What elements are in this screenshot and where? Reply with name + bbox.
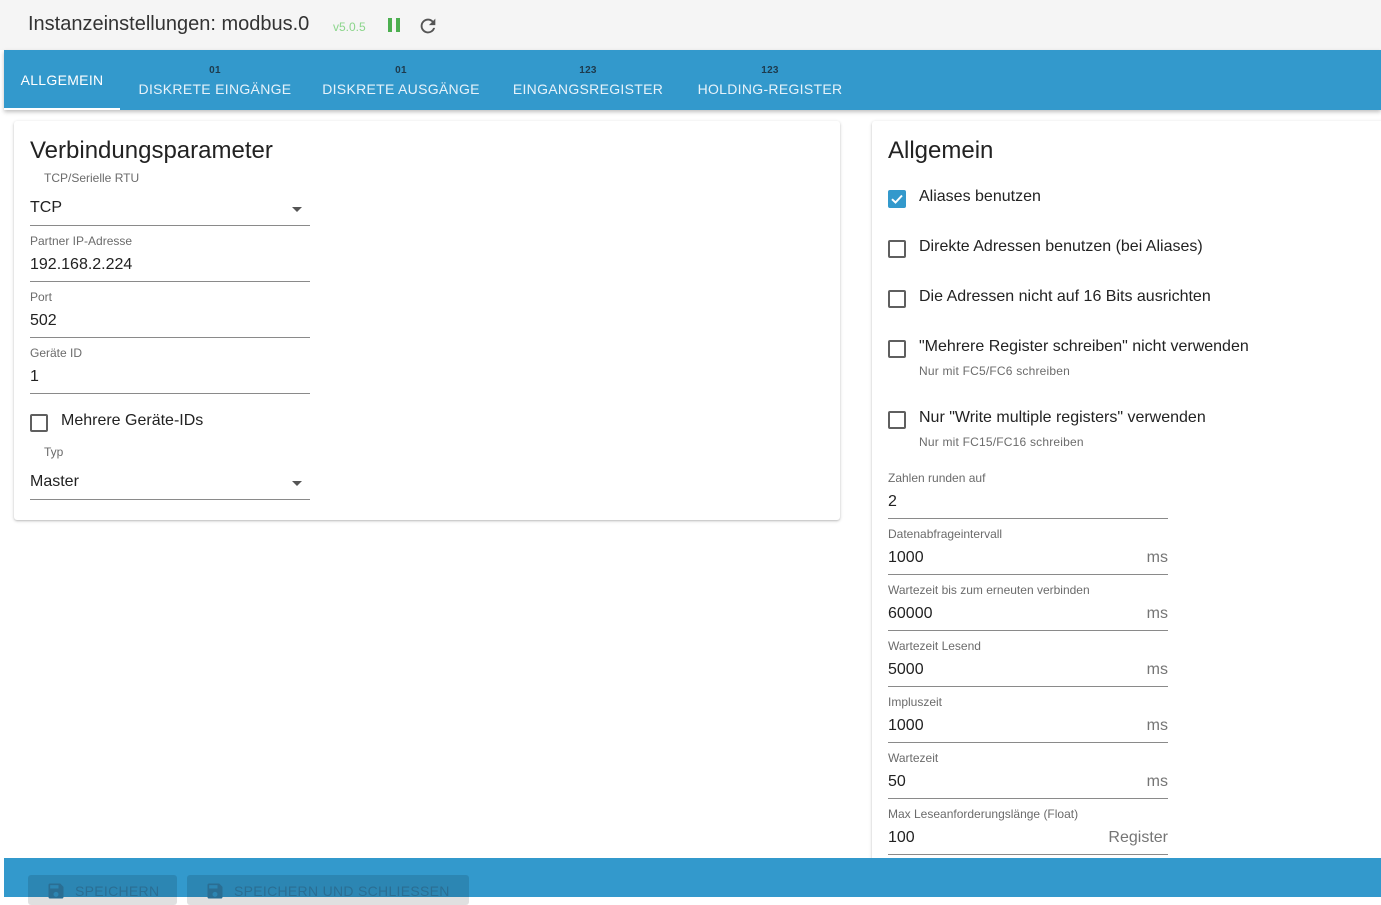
field-label: Typ xyxy=(44,445,64,459)
tab-holding-register[interactable]: 123 HOLDING-REGISTER xyxy=(690,50,850,110)
footer-bar: SPEICHERN SPEICHERN UND SCHLIESSEN xyxy=(4,858,1381,905)
connection-card: Verbindungsparameter TCP/Serielle RTU TC… xyxy=(14,121,840,520)
field-unit: ms xyxy=(1146,773,1168,790)
wait-time-field[interactable]: Wartezeit 50 ms xyxy=(888,751,1168,799)
checkbox-box[interactable] xyxy=(888,411,906,429)
field-value: TCP xyxy=(30,199,62,216)
tab-badge: 123 xyxy=(761,65,779,76)
field-label: Wartezeit Lesend xyxy=(888,639,981,653)
no-multiple-register-write-checkbox[interactable]: "Mehrere Register schreiben" nicht verwe… xyxy=(888,337,1308,378)
dropdown-caret-icon xyxy=(292,207,302,212)
tab-allgemein[interactable]: ALLGEMEIN xyxy=(4,50,120,110)
page-title: Instanzeinstellungen: modbus.0 xyxy=(28,13,310,35)
checkbox-box[interactable] xyxy=(888,340,906,358)
active-tab-indicator xyxy=(4,108,120,110)
field-label: Zahlen runden auf xyxy=(888,471,986,485)
pulse-time-field[interactable]: Impluszeit 1000 ms xyxy=(888,695,1168,743)
tab-eingangsregister[interactable]: 123 EINGANGSREGISTER xyxy=(504,50,672,110)
version-badge: v5.0.5 xyxy=(333,20,366,34)
tab-label: HOLDING-REGISTER xyxy=(697,81,843,97)
checkbox-box[interactable] xyxy=(888,190,906,208)
field-unit: ms xyxy=(1146,717,1168,734)
field-value: 1000 xyxy=(888,717,924,734)
field-label: Geräte ID xyxy=(30,346,83,360)
reload-icon[interactable] xyxy=(417,15,439,37)
checkmark-icon xyxy=(891,194,903,204)
field-value: 2 xyxy=(888,493,897,510)
checkbox-box[interactable] xyxy=(888,240,906,258)
max-read-length-float-field[interactable]: Max Leseanforderungslänge (Float) 100 Re… xyxy=(888,807,1168,855)
only-write-multiple-registers-checkbox[interactable]: Nur "Write multiple registers" verwenden… xyxy=(888,408,1308,449)
field-label: Wartezeit xyxy=(888,751,939,765)
field-value: 100 xyxy=(888,829,915,846)
general-card: Allgemein Aliases benutzen Direkte Adres… xyxy=(872,121,1381,881)
poll-interval-field[interactable]: Datenabfrageintervall 1000 ms xyxy=(888,527,1168,575)
no-16bit-align-checkbox[interactable]: Die Adressen nicht auf 16 Bits ausrichte… xyxy=(888,287,1308,311)
checkbox-help-text: Nur mit FC5/FC6 schreiben xyxy=(919,364,1071,378)
field-label: Port xyxy=(30,290,53,304)
tab-badge: 123 xyxy=(579,65,597,76)
device-id-field[interactable]: Geräte ID 1 xyxy=(30,346,310,394)
field-label: Wartezeit bis zum erneuten verbinden xyxy=(888,583,1090,597)
checkbox-label: Direkte Adressen benutzen (bei Aliases) xyxy=(919,238,1203,255)
tab-bar: ALLGEMEIN 01 DISKRETE EINGÄNGE 01 DISKRE… xyxy=(4,50,1381,110)
connection-type-select[interactable]: TCP/Serielle RTU TCP xyxy=(30,171,310,226)
field-value: 192.168.2.224 xyxy=(30,256,133,273)
direct-addresses-checkbox[interactable]: Direkte Adressen benutzen (bei Aliases) xyxy=(888,237,1308,261)
field-value: 60000 xyxy=(888,605,933,622)
field-unit: ms xyxy=(1146,549,1168,566)
checkbox-label: Die Adressen nicht auf 16 Bits ausrichte… xyxy=(919,288,1211,305)
checkbox-label: Aliases benutzen xyxy=(919,188,1041,205)
field-unit: Register xyxy=(1108,829,1168,846)
tab-badge: 01 xyxy=(209,65,221,76)
general-title: Allgemein xyxy=(888,137,994,164)
checkbox-help-text: Nur mit FC15/FC16 schreiben xyxy=(919,435,1084,449)
field-label: Max Leseanforderungslänge (Float) xyxy=(888,807,1079,821)
field-unit: ms xyxy=(1146,605,1168,622)
port-field[interactable]: Port 502 xyxy=(30,290,310,338)
checkbox-box[interactable] xyxy=(30,414,48,432)
tab-label: DISKRETE AUSGÄNGE xyxy=(322,81,480,97)
field-value: 50 xyxy=(888,773,906,790)
field-value: Master xyxy=(30,473,79,490)
tab-label: EINGANGSREGISTER xyxy=(512,81,664,97)
field-unit: ms xyxy=(1146,661,1168,678)
checkbox-label: Nur "Write multiple registers" verwenden xyxy=(919,409,1206,426)
role-type-select[interactable]: Typ Master xyxy=(30,445,310,500)
dropdown-caret-icon xyxy=(292,481,302,486)
checkbox-label: "Mehrere Register schreiben" nicht verwe… xyxy=(919,338,1249,355)
use-aliases-checkbox[interactable]: Aliases benutzen xyxy=(888,187,1308,211)
checkbox-box[interactable] xyxy=(888,290,906,308)
field-value: 502 xyxy=(30,312,57,329)
field-value: 5000 xyxy=(888,661,924,678)
tab-label: ALLGEMEIN xyxy=(20,72,104,88)
save-icon xyxy=(48,883,64,899)
round-numbers-field[interactable]: Zahlen runden auf 2 xyxy=(888,471,1168,519)
reconnect-timeout-field[interactable]: Wartezeit bis zum erneuten verbinden 600… xyxy=(888,583,1168,631)
field-label: Datenabfrageintervall xyxy=(888,527,1003,541)
field-value: 1000 xyxy=(888,549,924,566)
field-label: Partner IP-Adresse xyxy=(30,234,133,248)
pause-icon[interactable] xyxy=(387,17,401,33)
tab-badge: 01 xyxy=(395,65,407,76)
read-timeout-field[interactable]: Wartezeit Lesend 5000 ms xyxy=(888,639,1168,687)
checkbox-label: Mehrere Geräte-IDs xyxy=(61,412,204,429)
multiple-device-ids-checkbox[interactable]: Mehrere Geräte-IDs xyxy=(30,411,290,435)
field-value: 1 xyxy=(30,368,39,385)
tab-label: DISKRETE EINGÄNGE xyxy=(138,81,292,97)
tab-diskrete-ausgaenge[interactable]: 01 DISKRETE AUSGÄNGE xyxy=(316,50,486,110)
field-label: Impluszeit xyxy=(888,695,943,709)
field-label: TCP/Serielle RTU xyxy=(44,171,140,185)
tab-diskrete-eingaenge[interactable]: 01 DISKRETE EINGÄNGE xyxy=(130,50,300,110)
app-header: Instanzeinstellungen: modbus.0 v5.0.5 xyxy=(0,0,1381,50)
connection-title: Verbindungsparameter xyxy=(30,137,273,164)
save-and-close-button[interactable]: SPEICHERN UND SCHLIESSEN xyxy=(187,875,469,905)
save-button[interactable]: SPEICHERN xyxy=(28,875,177,905)
save-icon xyxy=(207,883,223,899)
partner-ip-field[interactable]: Partner IP-Adresse 192.168.2.224 xyxy=(30,234,310,282)
